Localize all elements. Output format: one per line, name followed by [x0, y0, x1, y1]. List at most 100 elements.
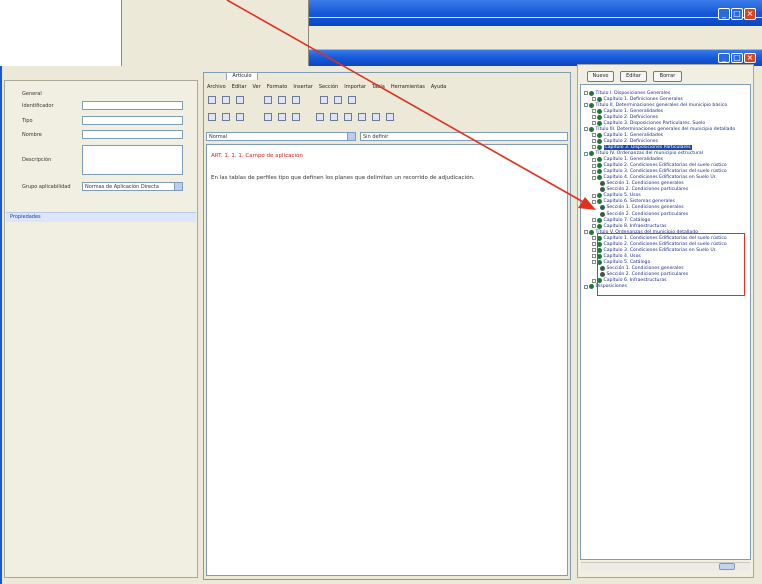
expand-toggle-icon[interactable] [584, 127, 588, 132]
expand-toggle-icon[interactable] [584, 230, 588, 235]
expand-toggle-icon[interactable] [592, 248, 596, 253]
identifier-label: Identificador [22, 103, 54, 109]
properties-tab[interactable]: Propiedades [6, 212, 196, 222]
font-select-value: Sin definir [363, 134, 389, 140]
tree-node-label: Sección 2. Condiciones particulares [606, 187, 689, 193]
node-icon [600, 205, 605, 211]
expand-toggle-icon[interactable] [592, 199, 596, 204]
expand-toggle-icon[interactable] [592, 145, 596, 150]
superscript-icon[interactable] [264, 113, 272, 121]
node-icon [597, 163, 602, 169]
expand-toggle-icon[interactable] [584, 284, 588, 289]
applicability-select[interactable]: Normas de Aplicación Directa [82, 182, 183, 191]
new-node-button[interactable]: Nuevo [587, 71, 614, 82]
menu-help[interactable]: Ayuda [431, 84, 446, 90]
name-field[interactable] [82, 130, 183, 139]
scrollbar-thumb[interactable] [719, 563, 735, 570]
menu-import[interactable]: Importar [344, 84, 366, 90]
align-left-icon[interactable] [316, 113, 324, 121]
italic-icon[interactable] [222, 113, 230, 121]
chevron-down-icon[interactable] [347, 133, 355, 140]
delete-node-button[interactable]: Borrar [653, 71, 682, 82]
menu-tools[interactable]: Herramientas [391, 84, 425, 90]
minimize-button[interactable]: _ [718, 53, 730, 63]
expand-toggle-icon[interactable] [584, 91, 588, 95]
expand-toggle-icon[interactable] [584, 103, 588, 108]
node-icon [597, 169, 602, 175]
expand-toggle-icon[interactable] [592, 193, 596, 198]
tree-node-label: Capítulo 2. Definiciones [603, 114, 659, 120]
menu-file[interactable]: Archivo [207, 84, 226, 90]
expand-toggle-icon[interactable] [592, 109, 596, 114]
expand-toggle-icon[interactable] [592, 278, 596, 283]
background-window-titlebar[interactable] [309, 0, 762, 26]
menu-insert[interactable]: Insertar [293, 84, 312, 90]
expand-toggle-icon[interactable] [592, 218, 596, 223]
menu-section[interactable]: Sección [319, 84, 338, 90]
bold-icon[interactable] [208, 113, 216, 121]
type-field[interactable] [82, 116, 183, 125]
menu-format[interactable]: Formato [267, 84, 288, 90]
strike-icon[interactable] [292, 113, 300, 121]
underline-icon[interactable] [236, 113, 244, 121]
identifier-field[interactable] [82, 101, 183, 110]
maximize-button[interactable]: □ [731, 53, 743, 63]
cut-icon[interactable] [264, 96, 272, 104]
node-icon [589, 151, 594, 156]
background-window-body [309, 26, 762, 50]
menu-table[interactable]: Tabla [372, 84, 385, 90]
tree-node-label: Título II. Determinaciones generales del… [595, 102, 728, 108]
find-icon[interactable] [348, 96, 356, 104]
node-icon [597, 217, 602, 223]
chevron-down-icon[interactable] [174, 183, 182, 190]
style-select[interactable]: Normal [206, 132, 356, 141]
bullets-icon[interactable] [372, 113, 380, 121]
expand-toggle-icon[interactable] [592, 175, 596, 180]
subscript-icon[interactable] [278, 113, 286, 121]
expand-toggle-icon[interactable] [592, 260, 596, 265]
tree-node-label: Capítulo 1. Definiciones Generales [603, 96, 683, 102]
justify-icon[interactable] [358, 113, 366, 121]
new-file-icon[interactable] [208, 96, 216, 104]
numbering-icon[interactable] [386, 113, 394, 121]
tree-node-label: Capítulo 3. Disposiciones Particulares. … [603, 120, 706, 126]
expand-toggle-icon[interactable] [592, 115, 596, 120]
tree-node-label: Capítulo 7. Catálogo [603, 217, 651, 223]
expand-toggle-icon[interactable] [592, 139, 596, 144]
copy-icon[interactable] [278, 96, 286, 104]
paste-icon[interactable] [292, 96, 300, 104]
tree-node-label: Capítulo 2. Condiciones Edificatorias de… [603, 163, 727, 169]
expand-toggle-icon[interactable] [592, 169, 596, 174]
save-icon[interactable] [236, 96, 244, 104]
close-button[interactable]: × [744, 8, 756, 20]
expand-toggle-icon[interactable] [584, 151, 588, 156]
expand-toggle-icon[interactable] [592, 254, 596, 259]
expand-toggle-icon[interactable] [592, 242, 596, 247]
expand-toggle-icon[interactable] [592, 236, 596, 241]
edit-node-button[interactable]: Editar [620, 71, 647, 82]
node-icon [597, 96, 602, 102]
minimize-button[interactable]: _ [718, 8, 730, 20]
maximize-button[interactable]: □ [731, 8, 743, 20]
menu-edit[interactable]: Editar [232, 84, 247, 90]
expand-toggle-icon[interactable] [592, 224, 596, 229]
node-icon [597, 132, 602, 138]
menu-view[interactable]: Ver [253, 84, 261, 90]
expand-toggle-icon[interactable] [592, 163, 596, 168]
editor-text-area[interactable]: ART. 1. 1. 1. Campo de aplicación En las… [206, 144, 568, 576]
expand-toggle-icon[interactable] [592, 133, 596, 138]
font-select[interactable]: Sin definir [360, 132, 568, 141]
tab-document[interactable]: Artículo [226, 72, 258, 80]
editor-toolbar-1 [208, 96, 356, 104]
description-field[interactable] [82, 145, 183, 175]
expand-toggle-icon[interactable] [592, 121, 596, 126]
node-icon [597, 144, 602, 150]
close-button[interactable]: × [744, 53, 756, 63]
align-center-icon[interactable] [330, 113, 338, 121]
expand-toggle-icon[interactable] [592, 157, 596, 162]
undo-icon[interactable] [320, 96, 328, 104]
open-folder-icon[interactable] [222, 96, 230, 104]
expand-toggle-icon[interactable] [592, 97, 596, 102]
align-right-icon[interactable] [344, 113, 352, 121]
redo-icon[interactable] [334, 96, 342, 104]
